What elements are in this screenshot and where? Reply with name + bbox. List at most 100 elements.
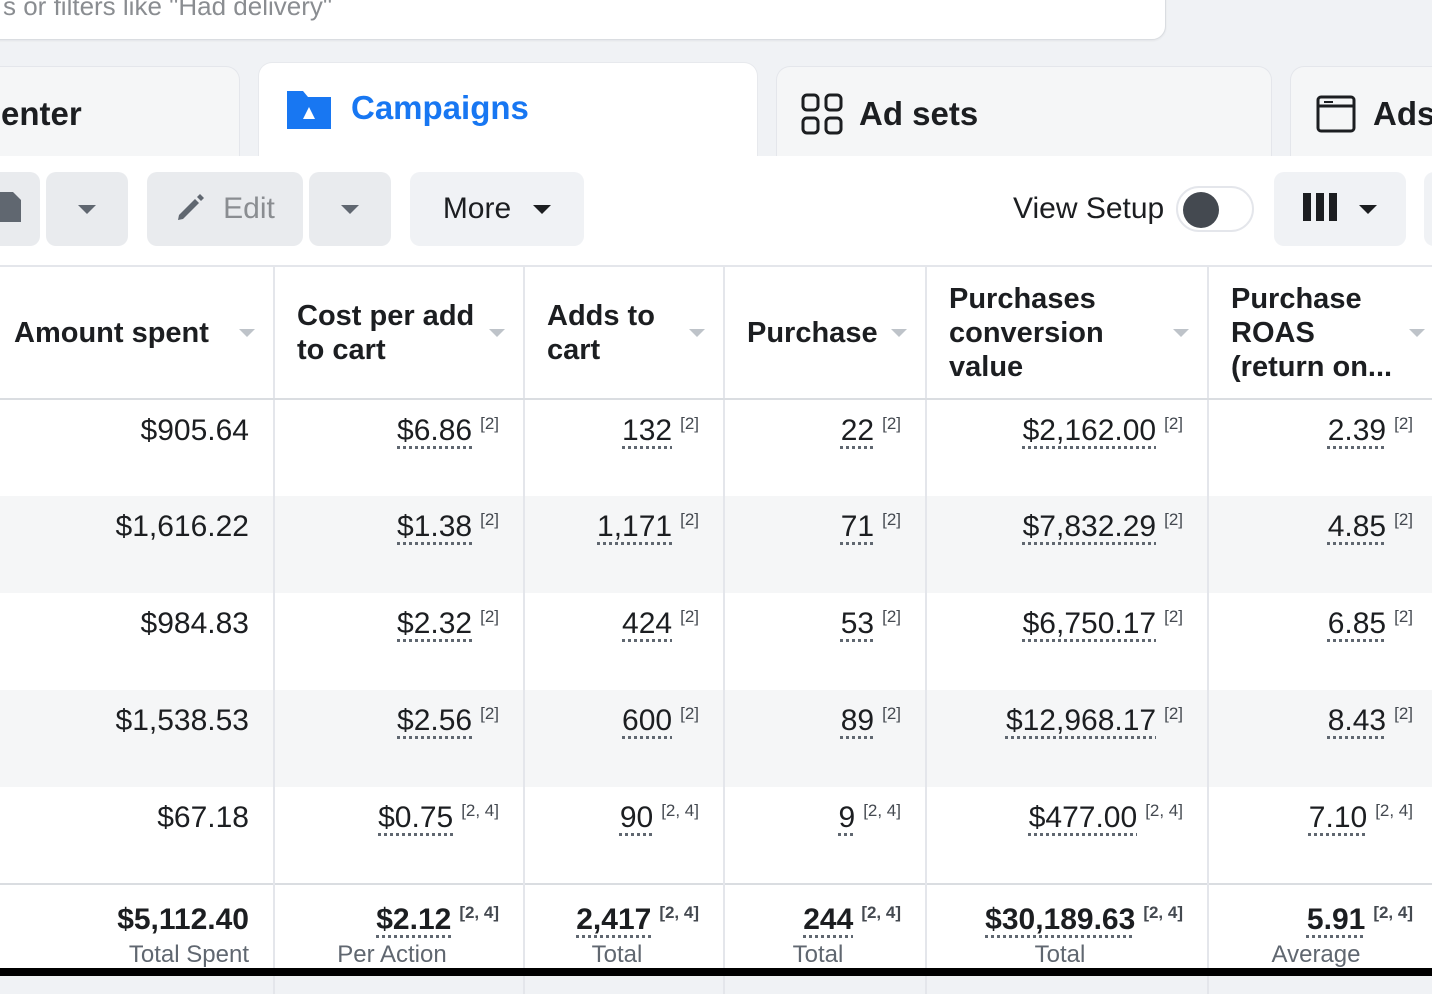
cell-value: $1,616.22 [115,510,249,543]
total-conversion-value[interactable]: $30,189.63 [2, 4] Total [926,883,1209,994]
cell-roas[interactable]: 4.85 [2] [1208,496,1432,593]
cell-value: 89 [840,704,875,737]
cell-purchase[interactable]: 9 [2, 4] [724,787,927,884]
cell-value: 4.85 [1327,510,1387,543]
column-header-adds-to-cart[interactable]: Adds to cart [524,265,725,400]
cell-conversion-value[interactable]: $477.00 [2, 4] [926,787,1209,884]
footnote: [2] [680,414,699,433]
chevron-down-icon [78,204,96,214]
sort-caret-icon[interactable] [891,329,907,337]
cell-conversion-value[interactable]: $6,750.17 [2] [926,593,1209,690]
footnote: [2] [1394,414,1413,433]
column-header-amount-spent[interactable]: Amount spent [0,265,275,400]
totals-row: $5,112.40 Total Spent $2.12 [2, 4] Per Acti… [0,883,1432,994]
cell-value: $905.64 [140,414,249,447]
column-header-purchases-conversion-value[interactable]: Purchases conversion value [926,265,1209,400]
footnote: [2, 4] [861,903,901,922]
cell-value: $477.00 [1028,801,1138,834]
footnote: [2] [882,414,901,433]
total-roas[interactable]: 5.91 [2, 4] Average [1208,883,1432,994]
total-adds-to-cart[interactable]: 2,417 [2, 4] Total [524,883,725,994]
footnote: [2] [1164,607,1183,626]
cell-value: 7.10 [1308,801,1368,834]
cell-purchase[interactable]: 71 [2] [724,496,927,593]
cell-adds-to-cart[interactable]: 1,171 [2] [524,496,725,593]
cell-value: 8.43 [1327,704,1387,737]
search-placeholder: s or filters like "Had delivery" [3,0,333,21]
cell-amount-spent: $905.64 [0,399,275,496]
tab-campaigns[interactable]: Campaigns [258,62,758,162]
tab-label: Ad sets [859,95,979,132]
cell-roas[interactable]: 7.10 [2, 4] [1208,787,1432,884]
tab-account-overview[interactable]: enter [0,66,240,158]
cell-cost-per-add[interactable]: $2.56 [2] [274,690,525,787]
cell-amount-spent: $984.83 [0,593,275,690]
cell-cost-per-add[interactable]: $1.38 [2] [274,496,525,593]
duplicate-button[interactable] [0,172,40,246]
cell-adds-to-cart[interactable]: 600 [2] [524,690,725,787]
tab-ad-sets[interactable]: Ad sets [776,66,1272,158]
cell-value: 90 [619,801,654,834]
cell-purchase[interactable]: 89 [2] [724,690,927,787]
cell-roas[interactable]: 6.85 [2] [1208,593,1432,690]
sort-caret-icon[interactable] [1409,329,1425,337]
cell-cost-per-add[interactable]: $2.32 [2] [274,593,525,690]
footnote: [2] [480,510,499,529]
sort-caret-icon[interactable] [689,329,705,337]
columns-button[interactable] [1274,172,1406,246]
cell-value: 600 [622,704,673,737]
cell-conversion-value[interactable]: $7,832.29 [2] [926,496,1209,593]
sort-caret-icon[interactable] [239,329,255,337]
cell-purchase[interactable]: 53 [2] [724,593,927,690]
tab-ads[interactable]: Ads [1290,66,1432,158]
cell-cost-per-add[interactable]: $0.75 [2, 4] [274,787,525,884]
cell-roas[interactable]: 8.43 [2] [1208,690,1432,787]
campaigns-table: Amount spent Cost per add to cart Adds t… [0,265,1432,994]
cell-roas[interactable]: 2.39 [2] [1208,399,1432,496]
cell-adds-to-cart[interactable]: 424 [2] [524,593,725,690]
cell-value: $1,538.53 [115,704,249,737]
cell-cost-per-add[interactable]: $6.86 [2] [274,399,525,496]
sort-caret-icon[interactable] [1173,329,1189,337]
cell-adds-to-cart[interactable]: 90 [2, 4] [524,787,725,884]
table-row[interactable]: $905.64 $6.86 [2] 132 [2] 22 [2] $2,162.00 [… [0,399,1432,496]
footnote: [2, 4] [1143,903,1183,922]
table-row[interactable]: $67.18 $0.75 [2, 4] 90 [2, 4] 9 [2, 4] $477… [0,787,1432,884]
cell-conversion-value[interactable]: $12,968.17 [2] [926,690,1209,787]
cell-value: $7,832.29 [1022,510,1157,543]
duplicate-dropdown-button[interactable] [46,172,128,246]
more-button[interactable]: More [410,172,584,246]
grid-icon [801,93,843,140]
duplicate-icon [0,191,21,227]
edit-dropdown-button[interactable] [309,172,391,246]
sort-caret-icon[interactable] [489,329,505,337]
footnote: [2] [882,510,901,529]
column-header-purchase-roas[interactable]: Purchase ROAS (return on... [1208,265,1432,400]
cell-value: $0.75 [378,801,454,834]
edit-button[interactable]: Edit [147,172,303,246]
column-header-purchase[interactable]: Purchase [724,265,927,400]
breakdown-button[interactable] [1424,172,1432,246]
column-header-cost-per-add-to-cart[interactable]: Cost per add to cart [274,265,525,400]
total-value: 5.91 [1306,903,1366,936]
footnote: [2, 4] [863,801,901,820]
view-setup-toggle[interactable] [1176,186,1254,232]
footnote: [2] [1394,607,1413,626]
footnote: [2] [480,414,499,433]
cell-value: 2.39 [1327,414,1387,447]
cell-adds-to-cart[interactable]: 132 [2] [524,399,725,496]
total-value: 2,417 [576,903,652,936]
footnote: [2, 4] [461,801,499,820]
cell-value: 6.85 [1327,607,1387,640]
footnote: [2] [882,704,901,723]
total-purchase[interactable]: 244 [2, 4] Total [724,883,927,994]
cell-conversion-value[interactable]: $2,162.00 [2] [926,399,1209,496]
total-cost-per-add[interactable]: $2.12 [2, 4] Per Action [274,883,525,994]
cell-purchase[interactable]: 22 [2] [724,399,927,496]
table-row[interactable]: $984.83 $2.32 [2] 424 [2] 53 [2] $6,750.17 [… [0,593,1432,690]
search-filter-bar[interactable]: s or filters like "Had delivery" [0,0,1166,40]
total-value: $5,112.40 [117,903,249,936]
table-row[interactable]: $1,538.53 $2.56 [2] 600 [2] 89 [2] $12,968.… [0,690,1432,787]
toggle-knob [1183,192,1219,228]
table-row[interactable]: $1,616.22 $1.38 [2] 1,171 [2] 71 [2] $7,832… [0,496,1432,593]
